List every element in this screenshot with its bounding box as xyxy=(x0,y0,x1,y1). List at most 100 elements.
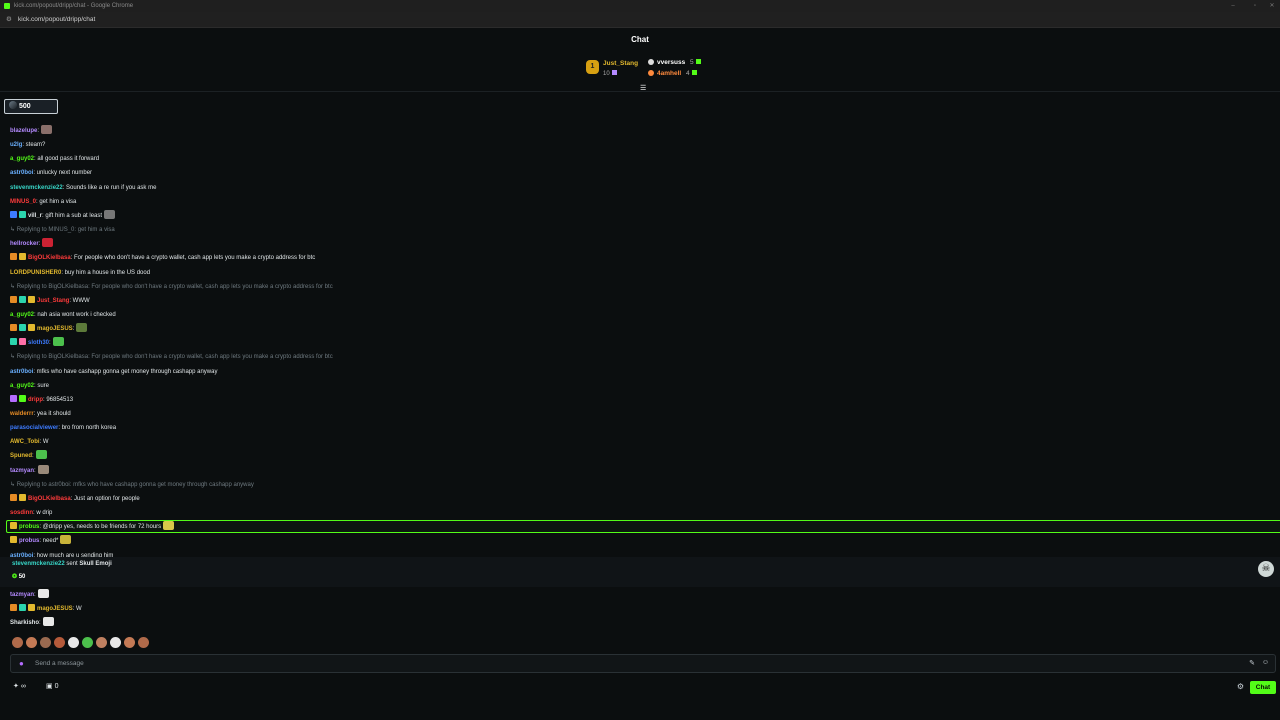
chat-message: walderrr: yea it should xyxy=(10,408,71,420)
chat-username[interactable]: astr0boi xyxy=(10,369,33,375)
send-chat-button[interactable]: Chat xyxy=(1250,681,1276,694)
chat-username[interactable]: vill_r xyxy=(28,213,42,219)
user-badge-icon[interactable] xyxy=(10,522,17,530)
chat-username[interactable]: Just_Stang xyxy=(37,298,69,304)
quick-emote-icon[interactable] xyxy=(110,637,121,648)
chat-username[interactable]: stevenmckenzie22 xyxy=(10,185,63,191)
user-badge-icon[interactable] xyxy=(19,394,26,402)
chat-username[interactable]: sloth30 xyxy=(28,340,49,346)
chat-username[interactable]: parasocialviewer xyxy=(10,425,58,431)
quick-emote-icon[interactable] xyxy=(54,637,65,648)
chat-message-text: : W xyxy=(39,439,49,446)
quick-emote-icon[interactable] xyxy=(26,637,37,648)
gem-icon xyxy=(695,59,701,64)
chat-username[interactable]: a_guy02 xyxy=(10,383,34,389)
user-badge-icon[interactable] xyxy=(10,210,17,218)
chat-input-box[interactable]: ● ✎ ☺ xyxy=(10,654,1276,673)
quick-emote-icon[interactable] xyxy=(12,637,23,648)
chat-message: dripp: 96854513 xyxy=(10,394,73,406)
gift-sender[interactable]: stevenmckenzie22 xyxy=(12,561,65,567)
emoji-icon[interactable]: ☺ xyxy=(1262,659,1269,666)
maximize-icon[interactable]: ▫ xyxy=(1249,0,1261,12)
chat-username[interactable]: u2lg xyxy=(10,142,22,148)
quick-emote-icon[interactable] xyxy=(82,637,93,648)
user-badge-icon[interactable] xyxy=(10,338,17,346)
site-info-icon[interactable]: ⚙ xyxy=(6,12,12,28)
chat-username[interactable]: MINUS_0 xyxy=(10,199,36,205)
quick-emote-icon[interactable] xyxy=(40,637,51,648)
chat-message: a_guy02: sure xyxy=(10,380,49,392)
chat-username[interactable]: magoJESUS xyxy=(37,326,73,332)
kicks-balance[interactable]: ✦ ∞ xyxy=(13,682,26,690)
chat-username[interactable]: hellrocker xyxy=(10,241,39,247)
settings-gear-icon[interactable]: ⚙ xyxy=(1237,682,1244,691)
goal-icon xyxy=(9,101,17,109)
chat-input[interactable] xyxy=(35,657,1235,670)
chat-username[interactable]: tazmyan xyxy=(10,592,34,598)
quick-emote-icon[interactable] xyxy=(96,637,107,648)
chat-message: Spuned: xyxy=(10,450,47,462)
user-badge-icon[interactable] xyxy=(10,493,17,501)
address-bar[interactable]: ⚙ kick.com/popout/dripp/chat xyxy=(0,12,1280,28)
minimize-icon[interactable]: – xyxy=(1227,0,1239,12)
user-badge-icon[interactable] xyxy=(19,493,26,501)
gift-leaderboard[interactable]: 1 Just_Stang 10 vversuss 5 4amhell 4 xyxy=(580,56,720,86)
reply-text[interactable]: Replying to astr0boi: mfks who have cash… xyxy=(17,482,254,488)
user-badge-icon[interactable] xyxy=(10,295,17,303)
user-badge-icon[interactable] xyxy=(19,253,26,261)
gift-balance[interactable]: ▣ 0 xyxy=(46,682,58,690)
reply-text[interactable]: Replying to BigOLKielbasa: For people wh… xyxy=(17,284,333,290)
chat-message: blazelupe: xyxy=(10,125,53,137)
chat-message: magoJESUS: xyxy=(10,323,88,335)
user-badge-icon[interactable] xyxy=(10,536,17,544)
user-badge-icon[interactable] xyxy=(19,324,26,332)
chat-username[interactable]: walderrr xyxy=(10,411,34,417)
chat-username[interactable]: BigOLKielbasa xyxy=(28,255,71,261)
url-text[interactable]: kick.com/popout/dripp/chat xyxy=(18,12,95,28)
chat-username[interactable]: Spuned xyxy=(10,453,32,459)
user-badge-icon[interactable] xyxy=(19,295,26,303)
chat-message-text: : yea it should xyxy=(33,411,71,417)
chat-username[interactable]: tazmyan xyxy=(10,468,34,474)
chat-username[interactable]: a_guy02 xyxy=(10,312,34,318)
chat-username[interactable]: AWC_Tobi xyxy=(10,439,40,445)
chat-bottom-bar: ✦ ∞ ▣ 0 ⚙ Chat xyxy=(0,679,1280,697)
chat-username[interactable]: BigOLKielbasa xyxy=(28,496,71,502)
user-badge-icon[interactable] xyxy=(19,338,26,346)
reply-text[interactable]: Replying to MINUS_0: get him a visa xyxy=(17,227,115,233)
goal-pill[interactable]: 500 xyxy=(4,99,58,114)
user-badge-icon[interactable] xyxy=(10,253,17,261)
quick-emote-icon[interactable] xyxy=(68,637,79,648)
chat-username[interactable]: sosdinn xyxy=(10,510,33,516)
user-badge-icon[interactable] xyxy=(10,394,17,402)
chat-username[interactable]: Sharkisho xyxy=(10,620,39,626)
chat-message-text: : 96854513 xyxy=(43,396,74,403)
gift-item: Skull Emoji xyxy=(79,561,112,567)
chat-username[interactable]: astr0boi xyxy=(10,170,33,176)
user-badge-icon[interactable] xyxy=(28,324,35,332)
chat-username[interactable]: probus xyxy=(19,524,39,530)
reply-text[interactable]: Replying to BigOLKielbasa: For people wh… xyxy=(17,354,333,360)
mic-icon[interactable]: ● xyxy=(19,659,24,668)
emote-strip[interactable] xyxy=(12,637,152,649)
quick-emote-icon[interactable] xyxy=(138,637,149,648)
chat-message: stevenmckenzie22: Sounds like a re run i… xyxy=(10,182,156,194)
emote-icon xyxy=(52,337,64,347)
user-badge-icon[interactable] xyxy=(19,604,26,612)
chat-username[interactable]: magoJESUS xyxy=(37,606,73,612)
user-badge-icon[interactable] xyxy=(10,604,17,612)
user-badge-icon[interactable] xyxy=(10,324,17,332)
chat-username[interactable]: LORDPUNISHER0 xyxy=(10,270,61,276)
chat-username[interactable]: probus xyxy=(19,538,39,544)
user-badge-icon[interactable] xyxy=(28,604,35,612)
chat-message-text: : WWW xyxy=(69,297,90,304)
user-badge-icon[interactable] xyxy=(19,210,26,218)
quick-emote-icon[interactable] xyxy=(124,637,135,648)
emote-picker-icon[interactable]: ✎ xyxy=(1249,659,1255,667)
kick-logo-icon xyxy=(4,3,10,9)
user-badge-icon[interactable] xyxy=(28,295,35,303)
chat-username[interactable]: dripp xyxy=(28,397,43,403)
chat-username[interactable]: blazelupe xyxy=(10,128,37,134)
chat-username[interactable]: a_guy02 xyxy=(10,156,34,162)
close-icon[interactable]: ✕ xyxy=(1266,0,1278,12)
